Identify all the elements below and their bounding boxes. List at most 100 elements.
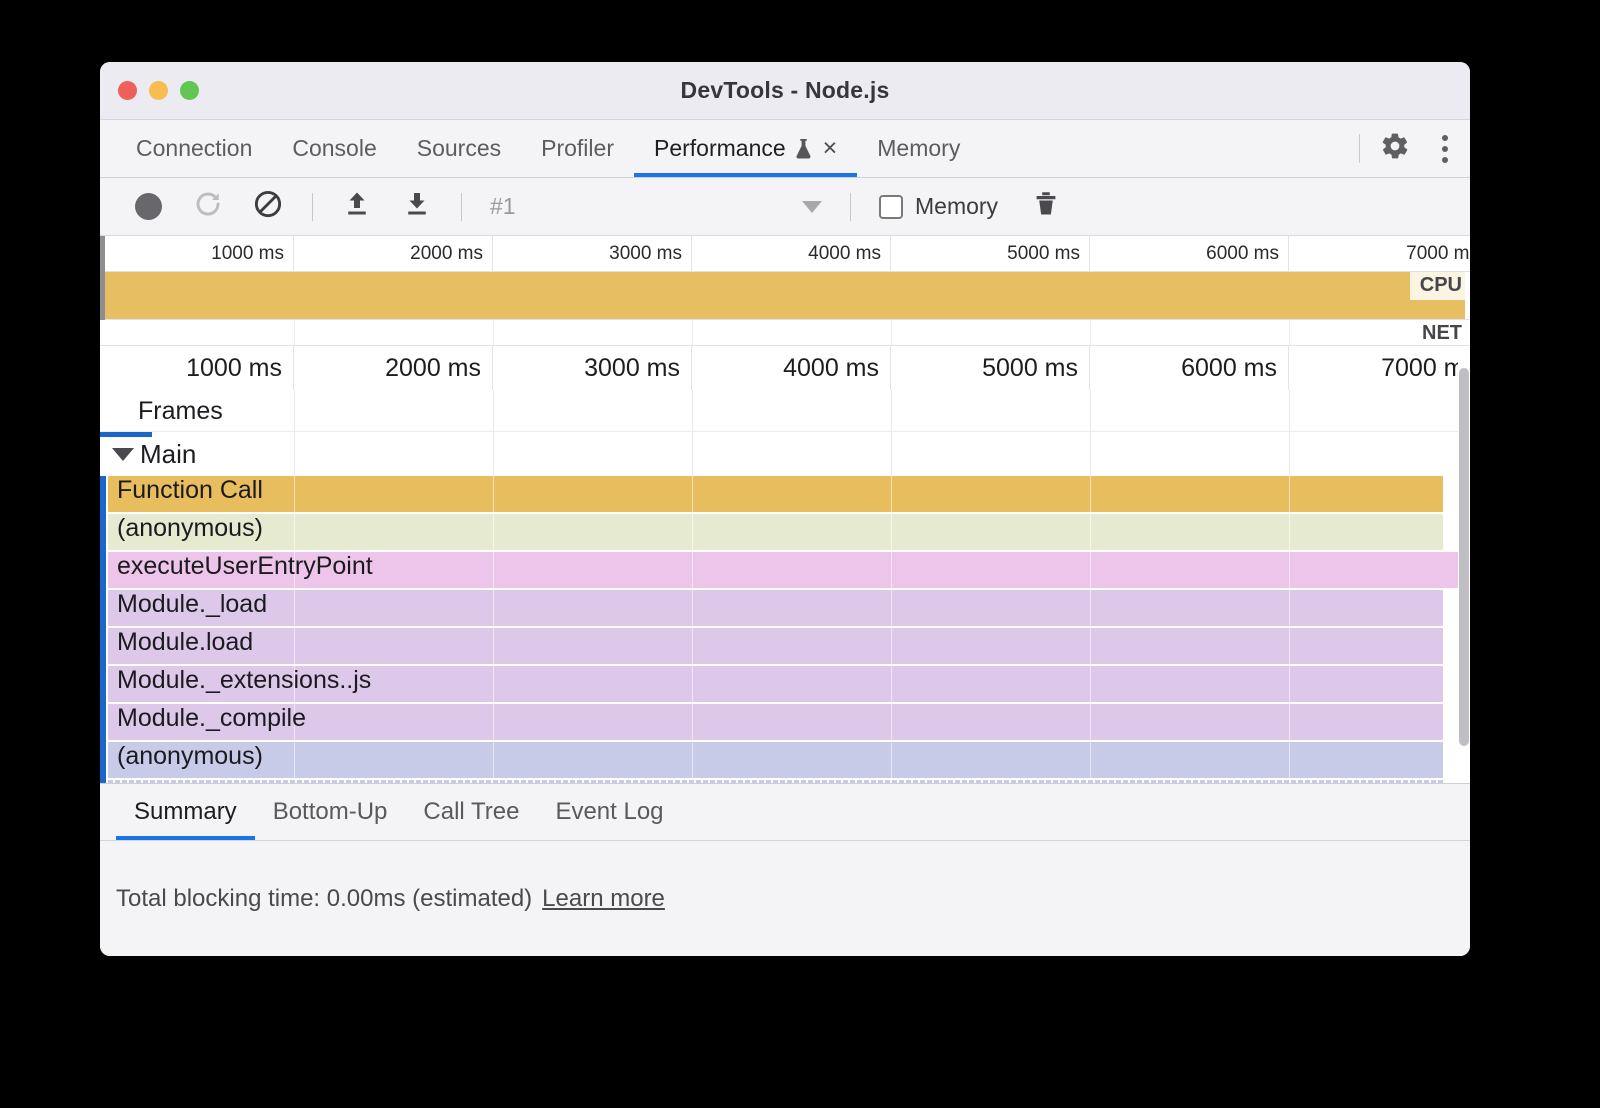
window-title: DevTools - Node.js xyxy=(100,77,1470,104)
flame-bar[interactable]: (anonymous) xyxy=(108,514,1443,550)
flame-bar[interactable]: executeUserEntryPoint xyxy=(108,552,1465,588)
flame-bar[interactable]: Function Call xyxy=(108,476,1443,512)
flame-row-anonymous-1[interactable]: (anonymous) xyxy=(100,514,1470,552)
tab-memory[interactable]: Memory xyxy=(857,120,980,177)
reload-and-record-button[interactable] xyxy=(178,178,238,236)
triangle-down-icon[interactable] xyxy=(112,448,134,461)
flame-bar[interactable]: Module.load xyxy=(108,628,1443,664)
maximize-window-button[interactable] xyxy=(180,81,199,100)
tab-sources[interactable]: Sources xyxy=(397,120,521,177)
devtools-window: DevTools - Node.js Connection Console So… xyxy=(100,62,1470,956)
flame-bar-label: Module._compile xyxy=(117,704,306,733)
flame-bar-label: Function Call xyxy=(117,476,263,505)
toolbar-divider-1 xyxy=(312,193,313,221)
flame-tick-1: 1000 ms xyxy=(186,354,293,382)
flame-row-module-compile[interactable]: Module._compile xyxy=(100,704,1470,742)
cpu-usage-fill xyxy=(100,272,1465,319)
overview-tick-5: 5000 ms xyxy=(1007,243,1089,264)
flame-ruler: 1000 ms 2000 ms 3000 ms 4000 ms 5000 ms … xyxy=(100,346,1470,390)
timeline-overview[interactable]: 1000 ms 2000 ms 3000 ms 4000 ms 5000 ms … xyxy=(100,236,1470,346)
tab-performance[interactable]: Performance × xyxy=(634,120,857,177)
overview-tick-6: 6000 ms xyxy=(1206,243,1288,264)
main-group-header[interactable]: Main xyxy=(100,432,1470,476)
recording-select-value: #1 xyxy=(490,193,516,220)
drawer-tab-event-log[interactable]: Event Log xyxy=(537,784,681,840)
tab-sources-label: Sources xyxy=(417,135,501,162)
overview-tick-7: 7000 ms xyxy=(1406,243,1470,264)
title-bar: DevTools - Node.js xyxy=(100,62,1470,120)
tab-performance-label: Performance xyxy=(654,135,786,162)
record-circle-icon xyxy=(135,193,162,220)
flask-icon xyxy=(795,138,812,160)
flame-row-execute-user-entry-point[interactable]: executeUserEntryPoint xyxy=(100,552,1470,590)
overview-tick-4: 4000 ms xyxy=(808,243,890,264)
overview-ruler: 1000 ms 2000 ms 3000 ms 4000 ms 5000 ms … xyxy=(100,236,1470,272)
recording-select[interactable]: #1 xyxy=(476,178,836,236)
learn-more-link[interactable]: Learn more xyxy=(542,885,665,913)
drawer-tab-event-log-label: Event Log xyxy=(555,798,663,826)
memory-checkbox[interactable]: Memory xyxy=(879,193,998,220)
drawer-tab-summary[interactable]: Summary xyxy=(116,784,255,840)
tab-connection[interactable]: Connection xyxy=(116,120,272,177)
drawer-tab-bottom-up[interactable]: Bottom-Up xyxy=(255,784,406,840)
tab-connection-label: Connection xyxy=(136,135,252,162)
overview-cpu-band[interactable]: CPU xyxy=(100,272,1470,320)
flame-bar[interactable]: Module._compile xyxy=(108,704,1443,740)
frames-track-label: Frames xyxy=(138,390,223,432)
clear-button[interactable] xyxy=(238,178,298,236)
overview-net-band[interactable]: NET xyxy=(100,320,1470,346)
flame-tick-4: 4000 ms xyxy=(783,354,890,382)
flame-vertical-scrollbar[interactable] xyxy=(1458,346,1470,823)
net-band-label: NET xyxy=(1412,320,1470,348)
panel-tab-strip: Connection Console Sources Profiler Perf… xyxy=(100,120,1470,178)
settings-button[interactable] xyxy=(1370,120,1420,177)
flame-bar-label: Module._extensions..js xyxy=(117,666,371,695)
flame-tick-3: 3000 ms xyxy=(584,354,691,382)
window-controls xyxy=(118,81,199,100)
more-options-button[interactable] xyxy=(1420,120,1470,177)
drawer-tab-call-tree[interactable]: Call Tree xyxy=(405,784,537,840)
delete-recording-button[interactable] xyxy=(1016,189,1076,224)
memory-checkbox-label: Memory xyxy=(915,193,998,220)
close-window-button[interactable] xyxy=(118,81,137,100)
flame-row-module-extensions-js[interactable]: Module._extensions..js xyxy=(100,666,1470,704)
save-profile-button[interactable] xyxy=(387,178,447,236)
close-icon[interactable]: × xyxy=(823,136,838,161)
main-group-label: Main xyxy=(140,432,196,476)
tab-memory-label: Memory xyxy=(877,135,960,162)
tab-strip-divider xyxy=(1359,134,1360,163)
minimize-window-button[interactable] xyxy=(149,81,168,100)
scrollbar-thumb[interactable] xyxy=(1459,368,1469,746)
tab-strip-spacer xyxy=(980,120,1349,177)
checkbox-box xyxy=(879,195,903,219)
record-button[interactable] xyxy=(118,178,178,236)
flame-tick-7: 7000 ms xyxy=(1381,354,1470,382)
toolbar-divider-2 xyxy=(461,193,462,221)
flame-bar-label: Module._load xyxy=(117,590,267,619)
flame-tick-5: 5000 ms xyxy=(982,354,1089,382)
flame-row-function-call[interactable]: Function Call xyxy=(100,476,1470,514)
summary-status-bar: Total blocking time: 0.00ms (estimated) … xyxy=(100,841,1470,956)
tab-profiler[interactable]: Profiler xyxy=(521,120,634,177)
tab-console[interactable]: Console xyxy=(272,120,396,177)
flame-tick-2: 2000 ms xyxy=(385,354,492,382)
flame-row-module-load[interactable]: Module.load xyxy=(100,628,1470,666)
flame-bar[interactable]: Module._load xyxy=(108,590,1443,626)
drawer-tab-summary-label: Summary xyxy=(134,798,237,826)
overview-tick-1: 1000 ms xyxy=(211,243,293,264)
flame-bar[interactable]: Module._extensions..js xyxy=(108,666,1443,702)
drawer-tab-strip: Summary Bottom-Up Call Tree Event Log xyxy=(100,783,1470,841)
flame-row-anonymous-2[interactable]: (anonymous) xyxy=(100,742,1470,780)
reload-icon xyxy=(193,189,223,224)
tab-console-label: Console xyxy=(292,135,376,162)
flame-bar-label: executeUserEntryPoint xyxy=(117,552,373,581)
cpu-band-label: CPU xyxy=(1410,272,1470,300)
flame-bar-label: (anonymous) xyxy=(117,742,263,771)
frames-track[interactable]: Frames xyxy=(100,390,1470,432)
flame-tick-6: 6000 ms xyxy=(1181,354,1288,382)
flame-row-module-load-underscore[interactable]: Module._load xyxy=(100,590,1470,628)
performance-toolbar: #1 Memory xyxy=(100,178,1470,236)
flame-chart[interactable]: 1000 ms 2000 ms 3000 ms 4000 ms 5000 ms … xyxy=(100,346,1470,823)
load-profile-button[interactable] xyxy=(327,178,387,236)
flame-bar[interactable]: (anonymous) xyxy=(108,742,1443,778)
